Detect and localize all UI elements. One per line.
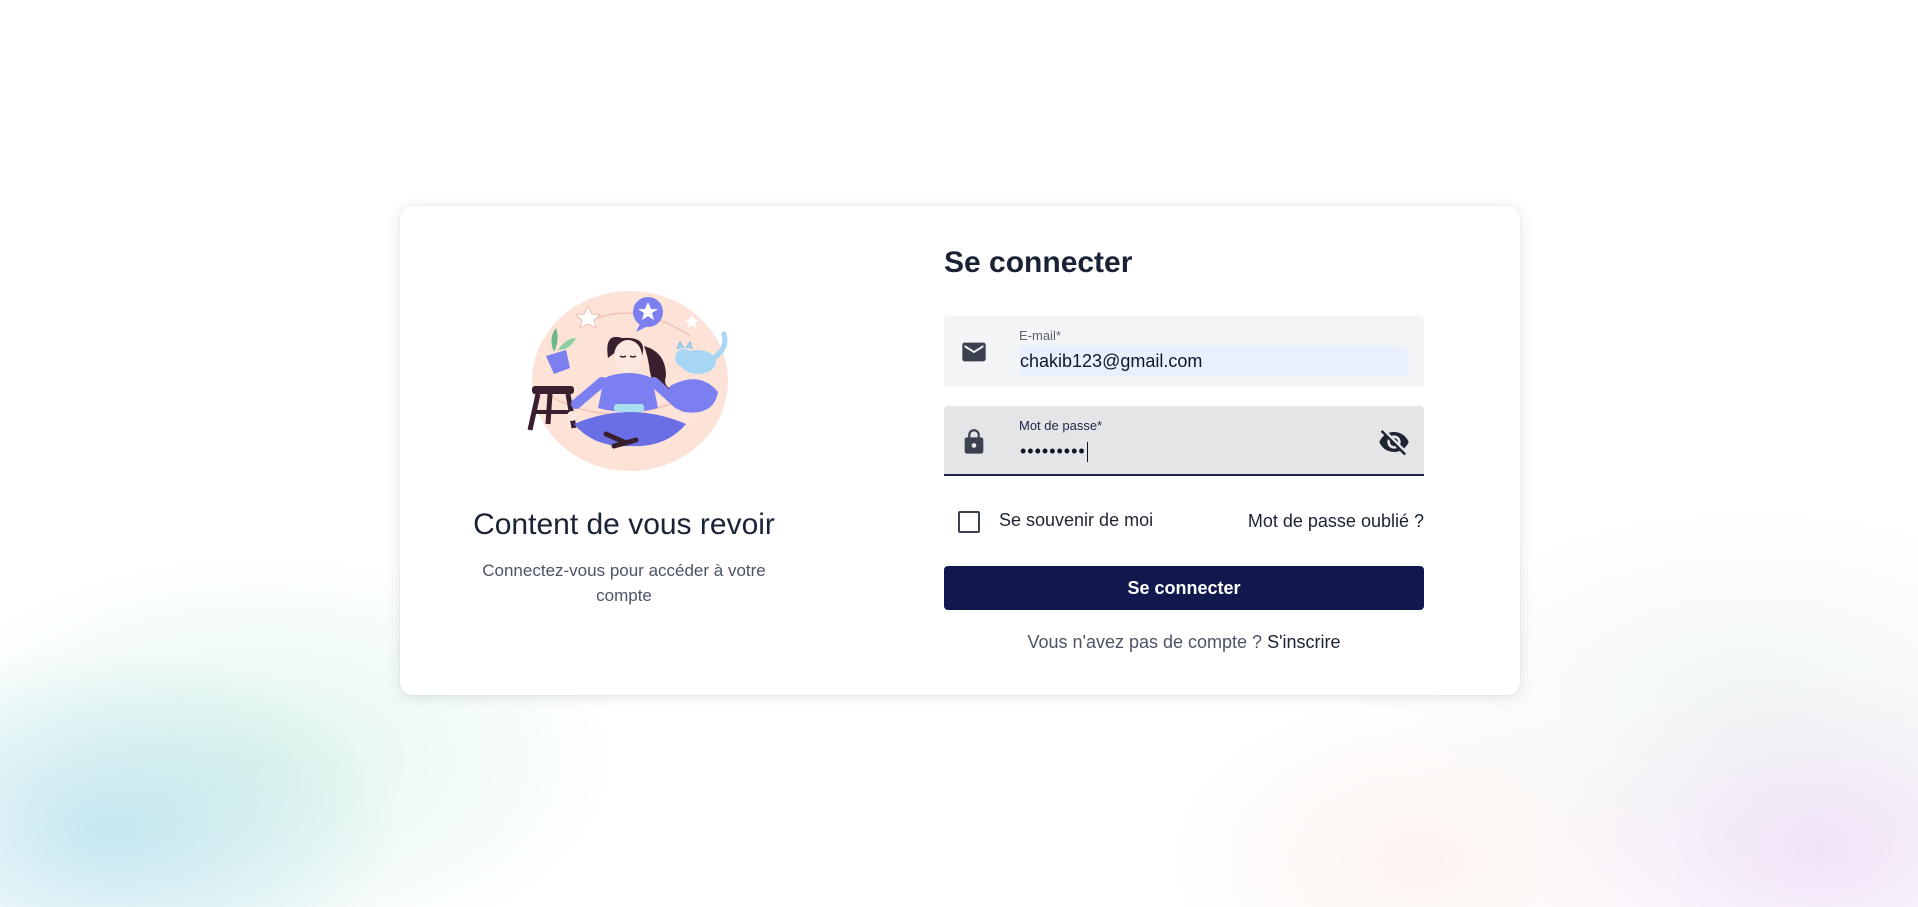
welcome-panel: Content de vous revoir Connectez-vous po… xyxy=(400,206,848,695)
lock-icon xyxy=(964,429,984,454)
remember-me-label[interactable]: Se souvenir de moi xyxy=(999,510,1153,531)
text-caret xyxy=(1086,442,1088,463)
signup-row: Vous n'avez pas de compte ? S'inscrire xyxy=(944,632,1424,653)
login-button[interactable]: Se connecter xyxy=(944,566,1424,610)
form-title: Se connecter xyxy=(944,246,1133,279)
welcome-subtitle: Connectez-vous pour accéder à votre comp… xyxy=(482,561,766,605)
options-row: Se souvenir de moi Mot de passe oublié ? xyxy=(944,506,1424,538)
welcome-title: Content de vous revoir xyxy=(473,508,775,541)
eye-off-icon[interactable] xyxy=(1378,426,1410,458)
signup-link[interactable]: S'inscrire xyxy=(1267,632,1340,652)
email-label: E-mail* xyxy=(1019,328,1061,343)
login-form: Se connecter E-mail* chakib123@gmail.com… xyxy=(944,206,1424,695)
meditation-illustration xyxy=(527,291,728,471)
password-input[interactable]: ••••••••• xyxy=(1019,436,1319,466)
email-input[interactable]: chakib123@gmail.com xyxy=(1019,346,1407,376)
login-card: Content de vous revoir Connectez-vous po… xyxy=(400,206,1520,695)
forgot-password-link[interactable]: Mot de passe oublié ? xyxy=(1248,511,1424,532)
remember-me-checkbox[interactable] xyxy=(958,511,980,533)
mail-icon xyxy=(962,342,986,362)
password-field[interactable]: Mot de passe* ••••••••• xyxy=(944,406,1424,476)
email-field[interactable]: E-mail* chakib123@gmail.com xyxy=(944,316,1424,386)
password-label: Mot de passe* xyxy=(1019,418,1103,433)
password-value: ••••••••• xyxy=(1020,441,1086,461)
signup-prompt: Vous n'avez pas de compte ? xyxy=(1027,632,1263,652)
